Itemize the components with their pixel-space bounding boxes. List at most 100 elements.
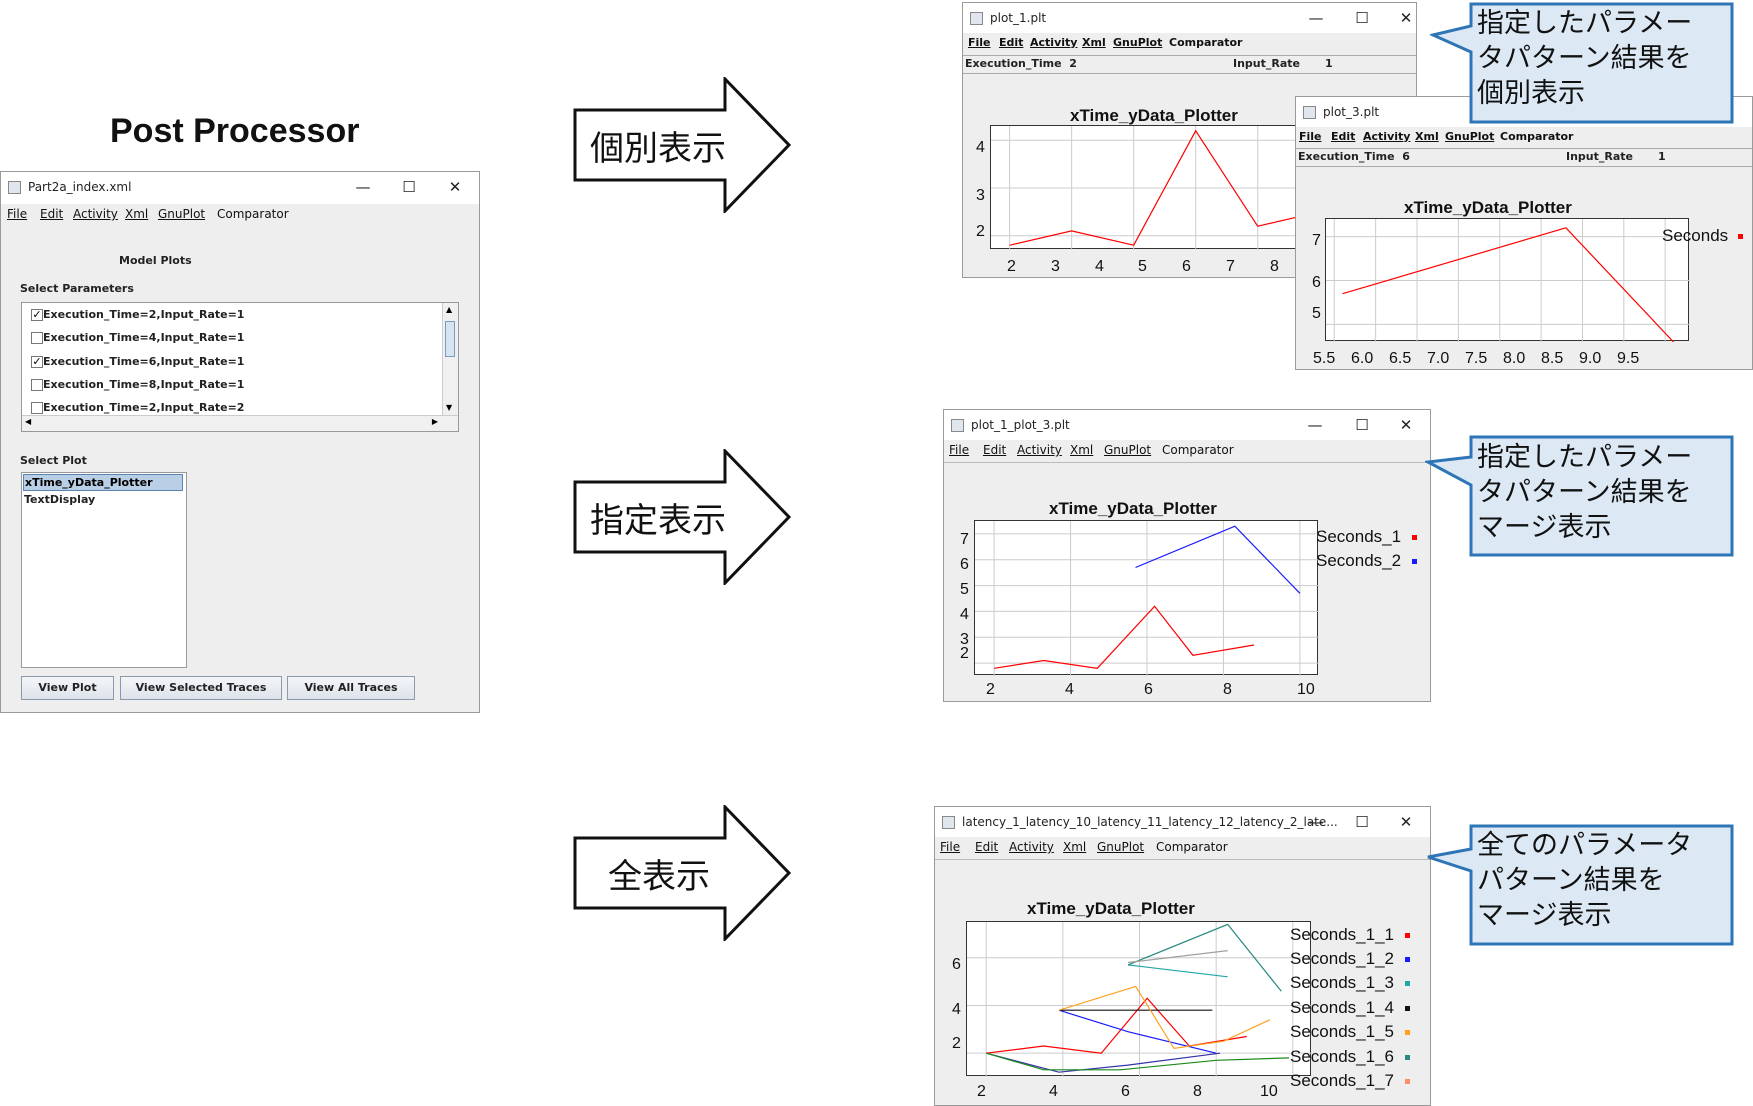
menu-gnuplot[interactable]: GnuPlot [1113,36,1162,49]
scroll-right-icon[interactable]: ▶ [432,417,438,426]
param-item[interactable]: Execution_Time=6,Input_Rate=1 [43,355,244,368]
menu-edit[interactable]: Edit [40,207,63,221]
plot-item[interactable]: TextDisplay [24,493,95,506]
close-icon[interactable]: ✕ [1392,8,1416,28]
window-title: plot_3.plt [1323,105,1380,119]
menu-file[interactable]: File [7,207,27,221]
menu-comparator[interactable]: Comparator [1156,840,1228,854]
title-bar: plot_1.plt — ☐ ✕ [963,3,1416,33]
param-item[interactable]: Execution_Time=8,Input_Rate=1 [43,378,244,391]
param-checkbox[interactable] [31,402,43,414]
menu-activity[interactable]: Activity [1009,840,1054,854]
param-item[interactable]: Execution_Time=2,Input_Rate=2 [43,401,244,414]
x-tick-label: 2 [1007,258,1016,275]
menu-comparator[interactable]: Comparator [1169,36,1242,49]
info-input-rate-label: Input_Rate [1233,57,1300,70]
menu-comparator[interactable]: Comparator [1500,130,1573,143]
x-tick-label: 8 [1223,681,1232,698]
menu-gnuplot[interactable]: GnuPlot [158,207,205,221]
minimize-icon[interactable]: — [1301,415,1329,435]
menu-xml[interactable]: Xml [1063,840,1086,854]
menu-file[interactable]: File [949,443,969,457]
menu-bar: File Edit Activity Xml GnuPlot Comparato… [935,837,1430,859]
menu-file[interactable]: File [968,36,991,49]
legend-label: Seconds_1_7 [1290,1071,1394,1090]
menu-edit[interactable]: Edit [983,443,1006,457]
view-plot-button[interactable]: View Plot [21,676,114,700]
horizontal-scrollbar[interactable]: ◀ ▶ [22,415,458,431]
param-item[interactable]: Execution_Time=4,Input_Rate=1 [43,331,244,344]
menu-comparator[interactable]: Comparator [217,207,289,221]
title-bar: latency_1_latency_10_latency_11_latency_… [935,807,1430,837]
legend-marker [1404,981,1410,987]
menu-activity[interactable]: Activity [1363,130,1410,143]
close-icon[interactable]: ✕ [1392,415,1420,435]
plot-list[interactable]: xTime_yData_Plotter TextDisplay [21,472,187,668]
scroll-thumb[interactable] [445,321,455,357]
callout-line: マージ表示 [1477,512,1612,543]
arrow-label-individual: 個別表示 [590,129,726,169]
menu-xml[interactable]: Xml [1070,443,1093,457]
close-icon[interactable]: ✕ [441,177,469,197]
menu-edit[interactable]: Edit [999,36,1023,49]
legend-label: Seconds_1_1 [1290,925,1394,944]
menu-comparator[interactable]: Comparator [1162,443,1234,457]
x-tick-label: 5.5 [1313,350,1336,367]
y-tick-label: 4 [960,606,969,623]
title-bar: plot_1_plot_3.plt — ☐ ✕ [944,410,1430,440]
minimize-icon[interactable]: — [349,177,377,197]
x-tick-label: 6 [1182,258,1191,275]
parameter-list[interactable]: ✓ Execution_Time=2,Input_Rate=1 Executio… [21,302,459,432]
plot-item-selected[interactable]: xTime_yData_Plotter [23,474,183,491]
param-checkbox[interactable]: ✓ [31,356,43,368]
scroll-left-icon[interactable]: ◀ [25,417,31,426]
menu-edit[interactable]: Edit [975,840,998,854]
legend-item: Seconds_1 [1316,527,1417,547]
legend-item: Seconds_1_7 [1290,1071,1410,1091]
menu-edit[interactable]: Edit [1331,130,1355,143]
menu-activity[interactable]: Activity [73,207,118,221]
scroll-down-icon[interactable]: ▼ [446,403,452,412]
scroll-up-icon[interactable]: ▲ [446,305,452,314]
window-title: plot_1_plot_3.plt [971,418,1070,432]
close-icon[interactable]: ✕ [1392,812,1420,832]
java-app-icon [1303,106,1316,119]
param-checkbox[interactable]: ✓ [31,309,43,321]
section-title: Model Plots [119,254,192,267]
x-tick-label: 6 [1144,681,1153,698]
x-tick-label: 6.0 [1351,350,1374,367]
view-selected-traces-button[interactable]: View Selected Traces [120,676,282,700]
maximize-icon[interactable]: ☐ [1348,8,1376,28]
arrow-label-specified: 指定表示 [590,501,726,541]
menu-gnuplot[interactable]: GnuPlot [1097,840,1144,854]
legend-marker [1404,1079,1410,1085]
minimize-icon[interactable]: — [1302,8,1330,28]
param-checkbox[interactable] [31,332,43,344]
x-tick-label: 10 [1297,681,1315,698]
menu-file[interactable]: File [940,840,960,854]
info-input-rate-value: 1 [1658,150,1666,163]
legend-item: Seconds_1_2 [1290,949,1410,969]
callout-text-individual: 指定したパラメー タパターン結果を 個別表示 [1477,6,1692,111]
minimize-icon[interactable]: — [1302,812,1330,832]
y-tick-label: 4 [952,1001,961,1018]
maximize-icon[interactable]: ☐ [1348,812,1376,832]
menu-xml[interactable]: Xml [125,207,148,221]
menu-gnuplot[interactable]: GnuPlot [1445,130,1494,143]
info-bar: Execution_Time 6 Input_Rate 1 [1296,148,1752,167]
x-tick-label: 7 [1226,258,1235,275]
legend-label: Seconds_1_6 [1290,1047,1394,1066]
maximize-icon[interactable]: ☐ [395,177,423,197]
menu-file[interactable]: File [1299,130,1322,143]
vertical-scrollbar[interactable]: ▲ ▼ [442,303,458,415]
menu-activity[interactable]: Activity [1017,443,1062,457]
param-checkbox[interactable] [31,379,43,391]
maximize-icon[interactable]: ☐ [1348,415,1376,435]
menu-xml[interactable]: Xml [1082,36,1106,49]
menu-xml[interactable]: Xml [1415,130,1439,143]
legend-item: Seconds_1_1 [1290,925,1410,945]
view-all-traces-button[interactable]: View All Traces [287,676,415,700]
menu-gnuplot[interactable]: GnuPlot [1104,443,1151,457]
param-item[interactable]: Execution_Time=2,Input_Rate=1 [43,308,244,321]
menu-activity[interactable]: Activity [1030,36,1077,49]
